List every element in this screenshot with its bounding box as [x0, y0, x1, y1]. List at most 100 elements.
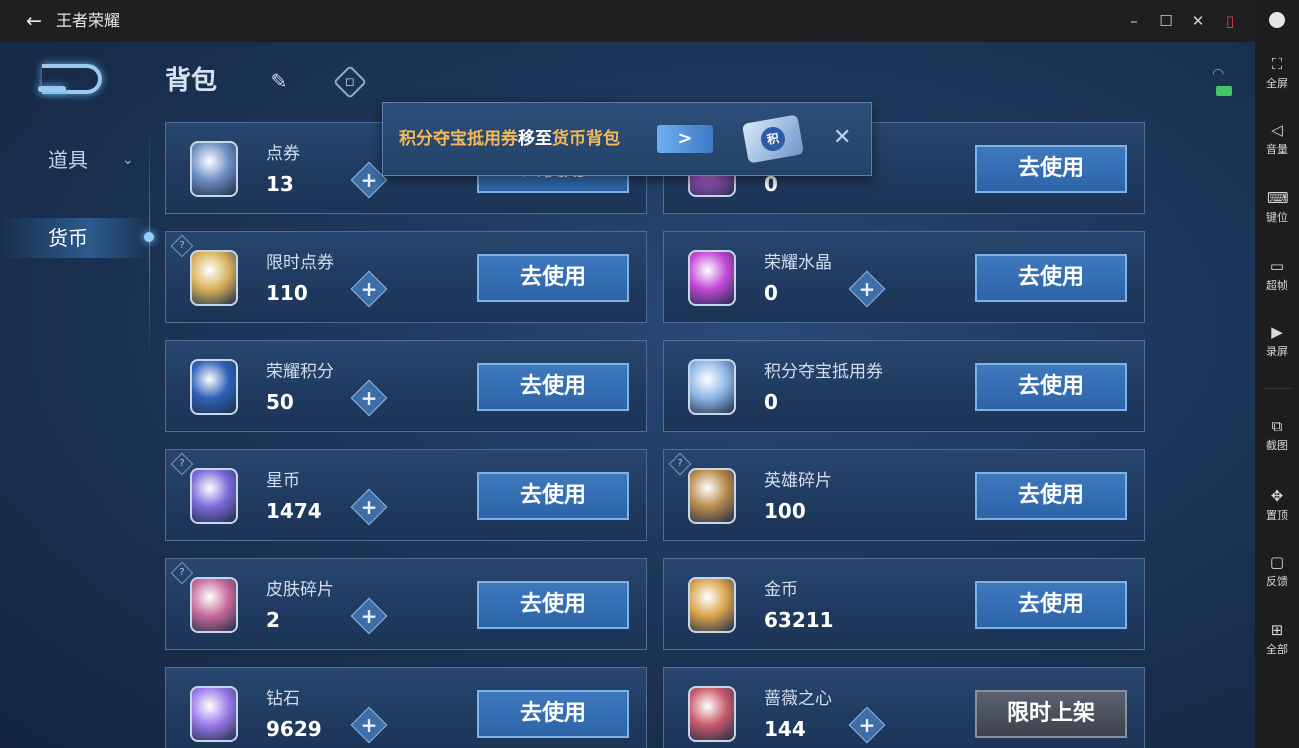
- side-panel-icon[interactable]: ▯: [1220, 11, 1240, 31]
- use-button[interactable]: 去使用: [975, 145, 1127, 193]
- record-icon: ▶: [1271, 323, 1283, 341]
- sidebar-item-record[interactable]: ▶ 录屏: [1255, 322, 1299, 359]
- plus-glyph: +: [858, 277, 876, 301]
- crop-icon: ⧉: [1271, 417, 1283, 435]
- fullscreen-icon: ⛶: [1271, 55, 1283, 73]
- plus-glyph: +: [360, 495, 378, 519]
- sidebar-item-keyboard[interactable]: ⌨ 键位: [1255, 188, 1299, 225]
- use-button[interactable]: 去使用: [477, 363, 629, 411]
- use-button[interactable]: 去使用: [975, 363, 1127, 411]
- use-button[interactable]: 去使用: [477, 690, 629, 738]
- maximize-button[interactable]: ☐: [1156, 11, 1176, 31]
- plus-glyph: +: [360, 168, 378, 192]
- currency-name: 星币: [266, 471, 300, 491]
- plus-glyph: +: [360, 277, 378, 301]
- currency-card: 荣耀水晶 0 + 去使用: [663, 231, 1145, 323]
- rose-heart-icon: [682, 682, 744, 746]
- use-button[interactable]: 去使用: [975, 254, 1127, 302]
- diamond-icon: [184, 682, 246, 746]
- currency-card: ? 限时点券 110 + 去使用: [165, 231, 647, 323]
- currency-card: ? 英雄碎片 100 去使用: [663, 449, 1145, 541]
- use-button[interactable]: 去使用: [975, 472, 1127, 520]
- coupon-icon: [184, 137, 246, 201]
- wifi-icon: ◠: [1212, 66, 1225, 82]
- sidebar-item-grid[interactable]: ⊞ 全部: [1255, 620, 1299, 657]
- currency-count: 0: [764, 390, 778, 414]
- edit-icon[interactable]: ✎: [262, 66, 296, 96]
- add-button[interactable]: +: [350, 706, 388, 744]
- back-arrow-icon[interactable]: ←: [26, 10, 42, 32]
- close-button[interactable]: ✕: [1188, 11, 1208, 31]
- nav-item-label: 道具: [48, 148, 88, 172]
- points-ticket-icon: 积: [741, 114, 805, 164]
- nav-item-currency[interactable]: 货币: [0, 218, 150, 258]
- add-button[interactable]: +: [350, 488, 388, 526]
- limited-coupon-icon: [184, 246, 246, 310]
- add-button[interactable]: +: [350, 379, 388, 417]
- banner-highlight-1: 积分夺宝抵用券: [399, 129, 518, 149]
- banner-text: 移至: [518, 129, 552, 149]
- sidebar-item-crop[interactable]: ⧉ 截图: [1255, 416, 1299, 453]
- sidebar-divider: [1263, 388, 1291, 389]
- currency-card: 荣耀积分 50 + 去使用: [165, 340, 647, 432]
- limited-button[interactable]: 限时上架: [975, 690, 1127, 738]
- add-button[interactable]: +: [848, 706, 886, 744]
- plus-glyph: +: [360, 604, 378, 628]
- app-logo-icon: [1255, 12, 1299, 28]
- sidebar-item-label: 全屏: [1266, 77, 1288, 90]
- banner-close-button[interactable]: ✕: [833, 125, 851, 151]
- glory-crystal-icon: [682, 246, 744, 310]
- gold-coin-icon: [682, 573, 744, 637]
- emulator-sidebar: ⛶ 全屏 ◁ 音量 ⌨ 键位 ▭ 超帧 ▶ 录屏 ⧉ 截图 ✥ 置顶 ▢ 反馈 ⊞ 全部: [1255, 0, 1299, 748]
- add-button[interactable]: +: [350, 597, 388, 635]
- currency-name: 蔷薇之心: [764, 689, 832, 709]
- currency-count: 63211: [764, 608, 834, 632]
- left-navigation: 道具 ⌄ 货币: [0, 42, 160, 748]
- nav-item-label: 货币: [48, 226, 88, 250]
- currency-name: 限时点券: [266, 253, 334, 273]
- currency-count: 110: [266, 281, 308, 305]
- add-button[interactable]: +: [350, 270, 388, 308]
- sidebar-item-label: 键位: [1266, 211, 1288, 224]
- use-button[interactable]: 去使用: [975, 581, 1127, 629]
- sidebar-item-feedback[interactable]: ▢ 反馈: [1255, 552, 1299, 589]
- plus-glyph: +: [360, 386, 378, 410]
- points-ticket-icon: [682, 355, 744, 419]
- sidebar-item-label: 反馈: [1266, 575, 1288, 588]
- currency-count: 100: [764, 499, 806, 523]
- banner-message: 积分夺宝抵用券移至货币背包: [399, 128, 620, 150]
- banner-go-button[interactable]: >: [657, 125, 713, 153]
- sidebar-item-label: 录屏: [1266, 345, 1288, 358]
- currency-count: 13: [266, 172, 294, 196]
- minimize-button[interactable]: –: [1124, 11, 1144, 31]
- pin-icon: ✥: [1270, 487, 1284, 505]
- currency-name: 荣耀积分: [266, 362, 334, 382]
- sidebar-item-frame-boost[interactable]: ▭ 超帧: [1255, 256, 1299, 293]
- currency-count: 2: [266, 608, 280, 632]
- currency-card: 金币 63211 去使用: [663, 558, 1145, 650]
- sidebar-item-pin[interactable]: ✥ 置顶: [1255, 486, 1299, 523]
- frame-boost-icon: ▭: [1269, 257, 1285, 275]
- window-title: 王者荣耀: [56, 11, 121, 30]
- use-button[interactable]: 去使用: [477, 472, 629, 520]
- nav-active-indicator: [144, 232, 154, 242]
- chevron-down-icon: ⌄: [122, 152, 134, 168]
- feedback-icon: ▢: [1269, 553, 1285, 571]
- volume-icon: ◁: [1271, 121, 1283, 139]
- sidebar-item-fullscreen[interactable]: ⛶ 全屏: [1255, 54, 1299, 91]
- nav-item-props[interactable]: 道具 ⌄: [0, 140, 150, 180]
- window-titlebar: ← 王者荣耀 – ☐ ✕ ▯: [0, 0, 1255, 42]
- sidebar-item-volume[interactable]: ◁ 音量: [1255, 120, 1299, 157]
- sidebar-item-label: 超帧: [1266, 279, 1288, 292]
- exchange-icon[interactable]: ◇: [333, 65, 367, 99]
- currency-count: 9629: [266, 717, 322, 741]
- sidebar-item-label: 置顶: [1266, 509, 1288, 522]
- add-button[interactable]: +: [848, 270, 886, 308]
- use-button[interactable]: 去使用: [477, 581, 629, 629]
- banner-highlight-2: 货币背包: [552, 129, 620, 149]
- glory-points-icon: [184, 355, 246, 419]
- currency-count: 0: [764, 281, 778, 305]
- game-screen: 道具 ⌄ 货币 背包 ✎ ◇ ◠ 点券13+去使用?绑定点券0去使用?限时点券1…: [0, 42, 1255, 748]
- use-button[interactable]: 去使用: [477, 254, 629, 302]
- sidebar-item-label: 截图: [1266, 439, 1288, 452]
